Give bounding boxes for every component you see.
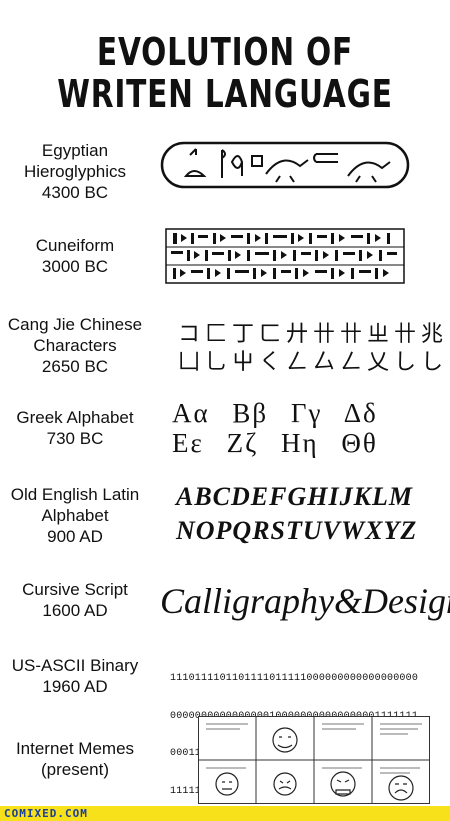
label-cursive: Cursive Script 1600 AD — [22, 580, 128, 620]
label-memes: Internet Memes (present) — [15, 739, 135, 779]
hieroglyph-cartouche — [160, 141, 410, 189]
page-title-line1: EVOLUTION OF — [96, 30, 354, 74]
label-egyptian: Egyptian Hieroglyphics 4300 BC — [23, 141, 127, 202]
latin-row-1: ABCDEFGHIJKLM — [176, 482, 413, 511]
chinese-row-2: 凵乚屮くㄥ厶ㄥ乂しし — [178, 350, 449, 375]
label-cuneiform: Cuneiform 3000 BC — [35, 236, 115, 276]
latin-row-2: NOPQRSTUVWXYZ — [176, 516, 418, 545]
label-old-english: Old English Latin Alphabet 900 AD — [10, 485, 140, 546]
greek-row-1: Αα Ββ Γγ Δδ — [172, 398, 378, 428]
brand-logo[interactable]: COMIXED.COM — [4, 807, 88, 820]
label-chinese: Cang Jie Chinese Characters 2650 BC — [7, 315, 143, 376]
footer-bar: COMIXED.COM — [0, 806, 450, 821]
rage-comic-thumbnail — [198, 716, 430, 804]
cuneiform-tablet — [165, 228, 405, 284]
page-title-line2: WRITEN LANGUAGE — [57, 72, 393, 116]
label-greek: Greek Alphabet 730 BC — [16, 408, 134, 448]
label-binary: US-ASCII Binary 1960 AD — [11, 656, 139, 696]
cursive-sample: Calligraphy&Design — [160, 581, 450, 621]
greek-row-2: Εε Ζζ Ηη Θθ — [172, 428, 378, 458]
